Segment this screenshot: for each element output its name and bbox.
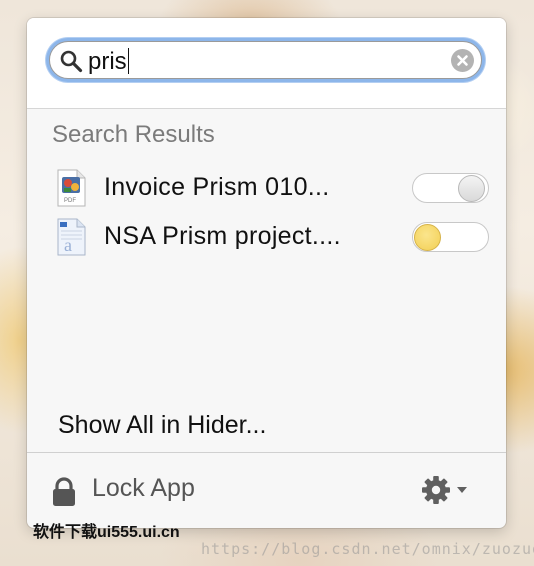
result-file-name: NSA Prism project.... [104, 222, 341, 250]
text-caret [127, 48, 129, 74]
search-results-heading: Search Results [52, 121, 215, 148]
result-row[interactable]: PDF Invoice Prism 010... [27, 167, 506, 211]
lock-app-button[interactable]: Lock App [92, 474, 195, 503]
result-row[interactable]: a NSA Prism project.... [27, 216, 506, 260]
hide-toggle[interactable] [412, 173, 489, 203]
toggle-knob [458, 175, 485, 202]
svg-text:PDF: PDF [64, 198, 76, 204]
hide-toggle[interactable] [412, 222, 489, 252]
result-file-name: Invoice Prism 010... [104, 173, 330, 201]
text-file-icon: a [57, 218, 86, 256]
svg-text:a: a [64, 235, 72, 255]
watermark-url: https://blog.csdn.net/omnix/zuozuo [201, 540, 534, 558]
search-query-text: pris [88, 48, 129, 75]
hider-popover: pris Search Results PDF Invoice Prism 01… [27, 18, 506, 528]
lock-icon [53, 477, 75, 506]
toggle-knob [414, 224, 441, 251]
gear-icon[interactable] [421, 475, 477, 505]
footer-bar: Lock App [27, 452, 506, 528]
watermark-text: 软件下载ui555.ui.cn [33, 524, 180, 541]
show-all-in-hider-link[interactable]: Show All in Hider... [58, 411, 266, 440]
pdf-file-icon: PDF [57, 169, 86, 207]
chevron-down-icon [457, 487, 467, 493]
search-area: pris [27, 18, 506, 109]
search-icon [60, 50, 83, 73]
search-input[interactable]: pris [49, 41, 482, 79]
clear-search-button[interactable] [451, 49, 474, 72]
close-icon [457, 55, 468, 66]
